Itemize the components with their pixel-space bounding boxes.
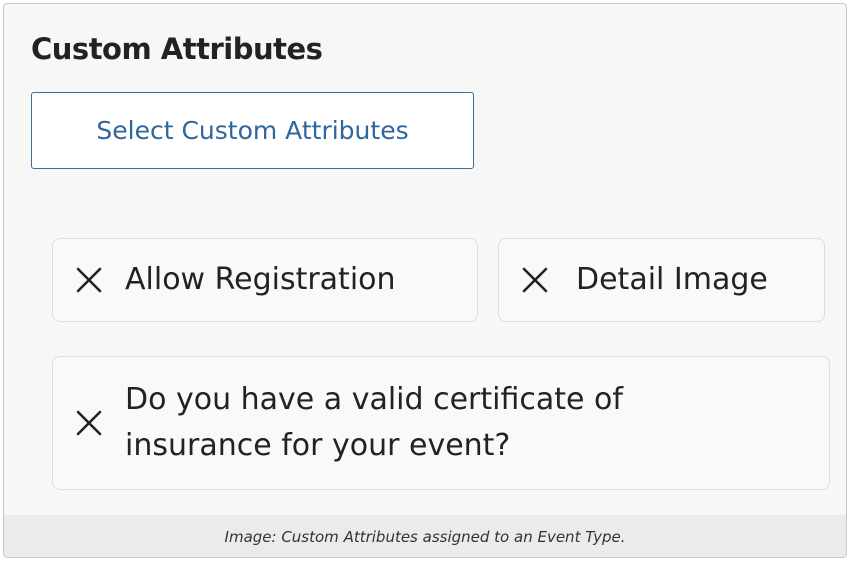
section-title: Custom Attributes	[31, 32, 323, 66]
attribute-chip-detail-image[interactable]: Detail Image	[498, 238, 825, 322]
attribute-chip-certificate-of-insurance[interactable]: Do you have a valid certificate of insur…	[52, 356, 830, 490]
image-caption: Image: Custom Attributes assigned to an …	[224, 528, 626, 546]
close-icon[interactable]	[74, 265, 104, 295]
custom-attributes-panel: Custom Attributes Select Custom Attribut…	[3, 3, 847, 558]
attribute-chip-allow-registration[interactable]: Allow Registration	[52, 238, 478, 322]
attribute-label: Detail Image	[576, 262, 768, 297]
caption-bar: Image: Custom Attributes assigned to an …	[4, 515, 846, 557]
close-icon[interactable]	[520, 265, 550, 295]
attribute-label: Do you have a valid certificate of insur…	[125, 382, 623, 463]
attribute-label: Allow Registration	[125, 262, 396, 297]
close-icon[interactable]	[74, 408, 104, 438]
select-custom-attributes-button[interactable]: Select Custom Attributes	[31, 92, 474, 169]
